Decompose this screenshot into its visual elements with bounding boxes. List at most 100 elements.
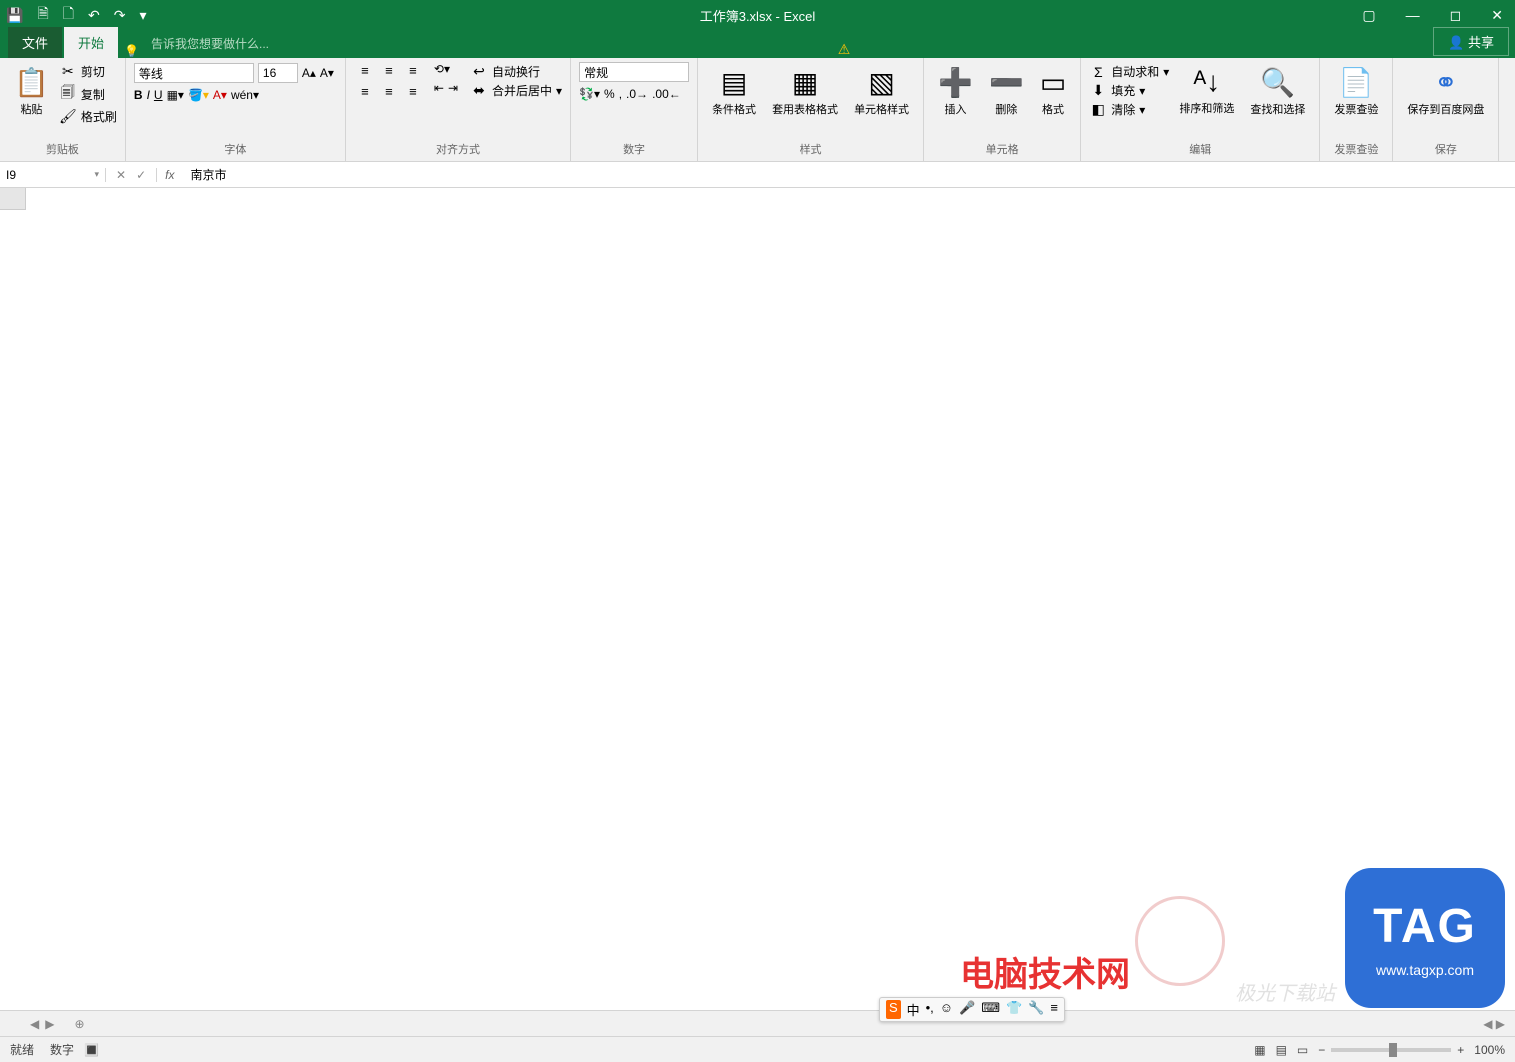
status-numlock: 数字 <box>50 1041 74 1058</box>
status-ready: 就绪 <box>10 1041 34 1058</box>
format-cells-button[interactable]: ▭格式 <box>1034 62 1072 121</box>
underline-button[interactable]: U <box>154 88 163 102</box>
decrease-font-icon[interactable]: A▾ <box>320 66 334 80</box>
search-icon: 🔍 <box>1260 66 1295 99</box>
italic-button[interactable]: I <box>147 88 150 102</box>
tab-开始[interactable]: 开始 <box>64 27 118 58</box>
add-sheet-button[interactable]: ⊕ <box>64 1013 94 1035</box>
cell-styles-button[interactable]: ▧单元格样式 <box>848 62 915 121</box>
format-as-table-button[interactable]: ▦套用表格格式 <box>766 62 844 121</box>
vertical-align[interactable]: ≡≡≡ <box>354 62 424 79</box>
sheet-nav-prev-icon[interactable]: ◀ <box>30 1017 39 1031</box>
cut-button[interactable]: ✂剪切 <box>59 63 117 80</box>
font-size-select[interactable] <box>258 63 298 83</box>
ime-emoji-icon[interactable]: ☺ <box>940 1000 953 1019</box>
sheet-scroll-right-icon[interactable]: ▶ <box>1496 1017 1505 1031</box>
currency-button[interactable]: 💱▾ <box>579 87 600 101</box>
ime-lang[interactable]: 中 <box>907 1000 920 1019</box>
increase-indent-icon[interactable]: ⇥ <box>448 81 458 95</box>
maximize-icon[interactable]: ◻ <box>1444 5 1468 26</box>
ime-menu-icon[interactable]: ≡ <box>1050 1000 1058 1019</box>
orientation-button[interactable]: ⟲▾ <box>434 62 458 76</box>
ribbon-group-alignment: ≡≡≡ ≡≡≡ ⟲▾ ⇤⇥ ↩自动换行 ⬌合并后居中▾ 对齐方式 <box>346 58 571 161</box>
zoom-level[interactable]: 100% <box>1474 1043 1505 1057</box>
qa-more-icon[interactable]: ▾ <box>139 7 146 24</box>
ribbon-group-cells: ➕插入 ➖删除 ▭格式 单元格 <box>924 58 1081 161</box>
ime-skin-icon[interactable]: 👕 <box>1006 1000 1022 1019</box>
file-tab[interactable]: 文件 <box>8 27 62 58</box>
share-button[interactable]: 👤 共享 <box>1433 27 1509 56</box>
sigma-icon: Σ <box>1089 64 1107 80</box>
zoom-out-icon[interactable]: − <box>1318 1043 1325 1057</box>
save-as-icon[interactable]: 🗎 <box>37 3 48 27</box>
zoom-in-icon[interactable]: + <box>1457 1043 1464 1057</box>
horizontal-align[interactable]: ≡≡≡ <box>354 83 424 100</box>
delete-cells-button[interactable]: ➖删除 <box>983 62 1030 121</box>
font-color-button[interactable]: A▾ <box>213 88 227 102</box>
fill-color-button[interactable]: 🪣▾ <box>188 88 209 102</box>
copy-button[interactable]: 🗐复制 <box>59 82 117 106</box>
border-button[interactable]: ▦▾ <box>167 88 184 102</box>
cancel-formula-icon[interactable]: ✕ <box>116 168 126 182</box>
find-select-button[interactable]: 🔍查找和选择 <box>1244 62 1311 121</box>
bold-button[interactable]: B <box>134 88 143 102</box>
ime-keyboard-icon[interactable]: ⌨ <box>981 1000 1000 1019</box>
ribbon: 📋 粘贴 ✂剪切 🗐复制 🖌格式刷 剪贴板 A▴ A▾ B I U ▦▾ <box>0 58 1515 162</box>
conditional-format-button[interactable]: ▤条件格式 <box>706 62 762 121</box>
font-name-select[interactable] <box>134 63 254 83</box>
zoom-slider[interactable]: − + <box>1318 1043 1464 1057</box>
merge-center-button[interactable]: ⬌合并后居中▾ <box>470 82 562 99</box>
close-icon[interactable]: ✕ <box>1485 5 1509 26</box>
phonetic-button[interactable]: wén▾ <box>231 88 259 102</box>
view-page-break-icon[interactable]: ▭ <box>1297 1043 1308 1057</box>
formula-input[interactable]: 南京市 <box>182 166 1515 183</box>
redo-icon[interactable]: ↷ <box>114 7 126 24</box>
decrease-indent-icon[interactable]: ⇤ <box>434 81 444 95</box>
ribbon-group-font: A▴ A▾ B I U ▦▾ 🪣▾ A▾ wén▾ 字体 <box>126 58 346 161</box>
increase-font-icon[interactable]: A▴ <box>302 66 316 80</box>
worksheet-grid[interactable] <box>0 188 1515 1010</box>
select-all-corner[interactable] <box>0 188 26 210</box>
sort-filter-button[interactable]: ᴬ↓排序和筛选 <box>1173 62 1240 120</box>
view-normal-icon[interactable]: ▦ <box>1254 1043 1265 1057</box>
status-bar: 就绪 数字 🔳 ▦ ▤ ▭ − + 100% <box>0 1036 1515 1062</box>
sheet-scroll-left-icon[interactable]: ◀ <box>1483 1017 1492 1031</box>
insert-cells-button[interactable]: ➕插入 <box>932 62 979 121</box>
save-icon[interactable]: 💾 <box>6 7 23 24</box>
ime-punct-icon[interactable]: •, <box>926 1000 934 1019</box>
sheet-nav-next-icon[interactable]: ▶ <box>45 1017 54 1031</box>
quick-access-toolbar: 💾 🗎 🗋 ↶ ↷ ▾ <box>6 3 146 27</box>
format-painter-button[interactable]: 🖌格式刷 <box>59 108 117 125</box>
number-format-select[interactable] <box>579 62 689 82</box>
comma-button[interactable]: , <box>619 87 622 101</box>
minimize-icon[interactable]: — <box>1400 5 1426 25</box>
paste-button[interactable]: 📋 粘贴 <box>8 62 55 121</box>
decrease-decimal-icon[interactable]: .00← <box>652 87 681 101</box>
percent-button[interactable]: % <box>604 87 615 101</box>
cut-icon: ✂ <box>59 63 77 80</box>
ribbon-options-icon[interactable]: ▢ <box>1356 5 1381 26</box>
view-page-layout-icon[interactable]: ▤ <box>1276 1043 1287 1057</box>
fill-button[interactable]: ⬇填充▾ <box>1089 82 1169 99</box>
scroll-lock-icon: 🔳 <box>84 1043 99 1057</box>
autosum-button[interactable]: Σ自动求和▾ <box>1089 63 1169 80</box>
enter-formula-icon[interactable]: ✓ <box>136 168 146 182</box>
wrap-text-button[interactable]: ↩自动换行 <box>470 63 562 80</box>
ribbon-group-number: 💱▾ % , .0→ .00← 数字 <box>571 58 698 161</box>
warning-icon[interactable]: ⚠ <box>838 41 851 58</box>
ime-logo-icon[interactable]: S <box>886 1000 901 1019</box>
invoice-check-button[interactable]: 📄发票查验 <box>1328 62 1384 121</box>
ime-tool-icon[interactable]: 🔧 <box>1028 1000 1044 1019</box>
tell-me-input[interactable]: 告诉我您想要做什么... <box>151 29 269 58</box>
fill-icon: ⬇ <box>1089 82 1107 99</box>
fx-icon[interactable]: fx <box>157 168 182 182</box>
ime-toolbar[interactable]: S 中 •, ☺ 🎤 ⌨ 👕 🔧 ≡ <box>879 997 1065 1022</box>
save-baidu-button[interactable]: ⚭保存到百度网盘 <box>1401 62 1490 121</box>
name-box[interactable]: I9▾ <box>0 168 106 182</box>
increase-decimal-icon[interactable]: .0→ <box>626 87 648 101</box>
new-icon[interactable]: 🗋 <box>63 3 74 27</box>
ime-mic-icon[interactable]: 🎤 <box>959 1000 975 1019</box>
clear-button[interactable]: ◧清除▾ <box>1089 101 1169 118</box>
undo-icon[interactable]: ↶ <box>88 7 100 24</box>
paste-icon: 📋 <box>14 66 49 99</box>
